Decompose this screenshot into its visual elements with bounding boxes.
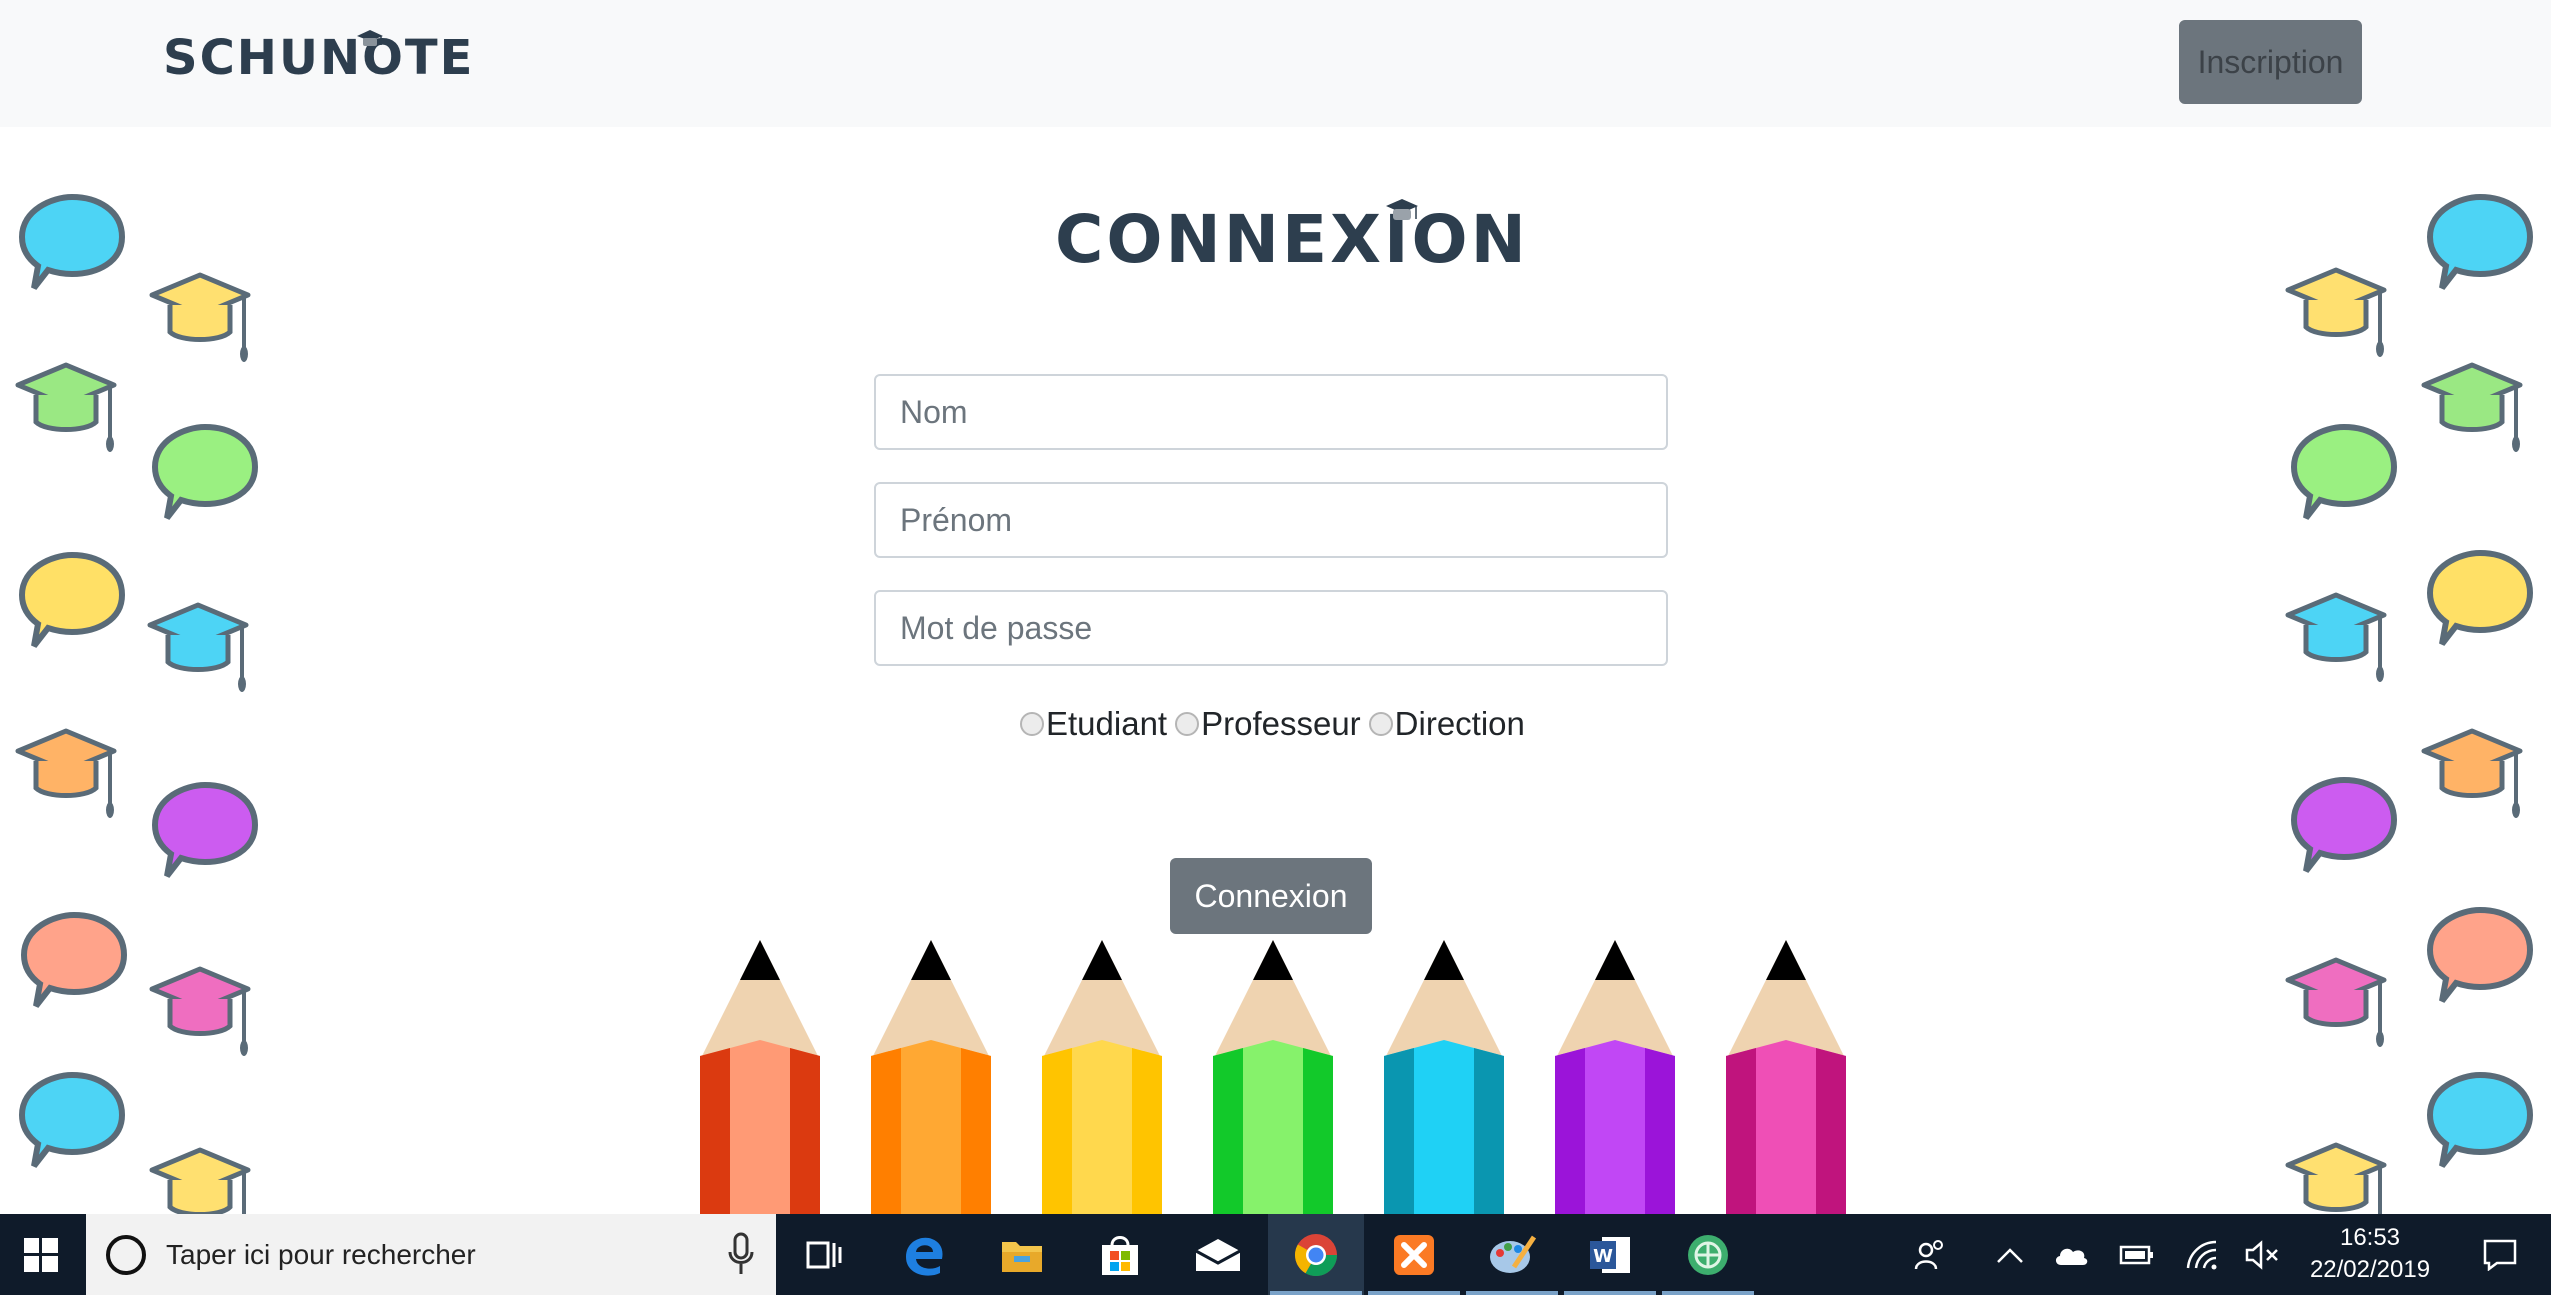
chrome-icon[interactable]	[1268, 1214, 1364, 1295]
pencil	[871, 940, 991, 1214]
clock-date: 22/02/2019	[2309, 1256, 2431, 1283]
start-button[interactable]	[0, 1214, 82, 1295]
graduation-cap-icon	[18, 365, 114, 452]
role-option-professeur[interactable]: Professeur	[1175, 705, 1361, 743]
right-decoration	[2270, 180, 2551, 1214]
graduation-cap-icon	[1386, 199, 1418, 220]
graduation-cap-icon	[2424, 731, 2520, 818]
prenom-input[interactable]	[874, 482, 1668, 558]
pencils-illustration	[700, 940, 1846, 1214]
people-icon[interactable]	[1905, 1214, 1955, 1295]
radio-button[interactable]	[1020, 712, 1044, 736]
brand-logo[interactable]: SCHUNOTE	[163, 28, 474, 88]
graduation-cap-icon	[2424, 365, 2520, 452]
pencil	[1042, 940, 1162, 1214]
graduation-cap-icon	[152, 1150, 248, 1214]
graduation-cap-icon	[152, 969, 248, 1056]
password-input[interactable]	[874, 590, 1668, 666]
page-title: CONNEXION	[1055, 201, 1529, 278]
graduation-cap-icon	[2288, 270, 2384, 357]
radio-button[interactable]	[1175, 712, 1200, 736]
pencil	[1213, 940, 1333, 1214]
navbar: SCHUNOTE Inscription	[0, 0, 2551, 127]
pencil	[1384, 940, 1504, 1214]
left-decoration	[0, 180, 270, 1214]
speech-bubble-icon	[2294, 780, 2394, 871]
graduation-cap-icon	[18, 731, 114, 818]
speech-bubble-icon	[2430, 910, 2530, 1001]
speech-bubble-icon	[2294, 427, 2394, 518]
role-label: Professeur	[1201, 705, 1361, 742]
login-button[interactable]: Connexion	[1170, 858, 1372, 934]
battery-icon[interactable]	[2112, 1214, 2162, 1295]
file-explorer-icon[interactable]	[974, 1214, 1070, 1295]
notification-icon[interactable]	[2460, 1214, 2540, 1295]
role-label: Direction	[1394, 705, 1525, 742]
speech-bubble-icon	[155, 785, 255, 876]
taskbar-clock[interactable]: 16:53 22/02/2019	[2300, 1222, 2440, 1286]
speech-bubble-icon	[24, 915, 124, 1006]
word-icon[interactable]: W	[1562, 1214, 1658, 1295]
brand-text: SCHUNOTE	[163, 30, 475, 86]
page-title-wrap: CONNEXION	[1055, 195, 1529, 285]
pencil	[700, 940, 820, 1214]
svg-text:W: W	[1593, 1246, 1613, 1267]
chevron-up-icon[interactable]	[1985, 1214, 2035, 1295]
volume-muted-icon[interactable]	[2238, 1214, 2288, 1295]
role-label: Etudiant	[1046, 705, 1168, 742]
role-option-direction[interactable]: Direction	[1368, 705, 1525, 743]
speech-bubble-icon	[22, 1075, 122, 1166]
graduation-cap-icon	[2288, 1145, 2384, 1214]
graduation-cap-icon	[2288, 595, 2384, 682]
radio-button[interactable]	[1368, 712, 1393, 736]
microphone-icon[interactable]	[726, 1232, 756, 1276]
wifi-icon[interactable]	[2178, 1214, 2228, 1295]
pencil	[1555, 940, 1675, 1214]
graduation-cap-icon	[150, 605, 246, 692]
speech-bubble-icon	[2430, 1075, 2530, 1166]
mail-icon[interactable]	[1170, 1214, 1266, 1295]
pencil	[1726, 940, 1846, 1214]
graduation-cap-icon	[357, 30, 383, 46]
graduation-cap-icon	[152, 275, 248, 362]
search-placeholder: Taper ici pour rechercher	[166, 1238, 476, 1270]
graduation-cap-icon	[2288, 960, 2384, 1047]
clock-time: 16:53	[2339, 1224, 2401, 1251]
speech-bubble-icon	[22, 555, 122, 646]
edge-icon[interactable]	[876, 1214, 972, 1295]
nom-input[interactable]	[874, 374, 1668, 450]
speech-bubble-icon	[2430, 197, 2530, 288]
signup-button[interactable]: Inscription	[2179, 20, 2362, 104]
speech-bubble-icon	[155, 427, 255, 518]
cortana-icon	[106, 1234, 146, 1275]
taskbar-search-box[interactable]: Taper ici pour rechercher	[86, 1214, 776, 1295]
xampp-icon[interactable]	[1366, 1214, 1462, 1295]
speech-bubble-icon	[2430, 553, 2530, 644]
role-option-etudiant[interactable]: Etudiant	[1020, 705, 1167, 743]
store-icon[interactable]	[1072, 1214, 1168, 1295]
paint-icon[interactable]	[1464, 1214, 1560, 1295]
windows-logo-icon	[24, 1237, 58, 1272]
network-app-icon[interactable]	[1660, 1214, 1756, 1295]
onedrive-icon[interactable]	[2046, 1214, 2096, 1295]
speech-bubble-icon	[22, 197, 122, 288]
role-radio-group: Etudiant Professeur Direction	[1020, 702, 1525, 746]
windows-taskbar: Taper ici pour rechercher W 16:53 22/02/…	[0, 1214, 2551, 1295]
task-view-icon[interactable]	[776, 1214, 872, 1295]
